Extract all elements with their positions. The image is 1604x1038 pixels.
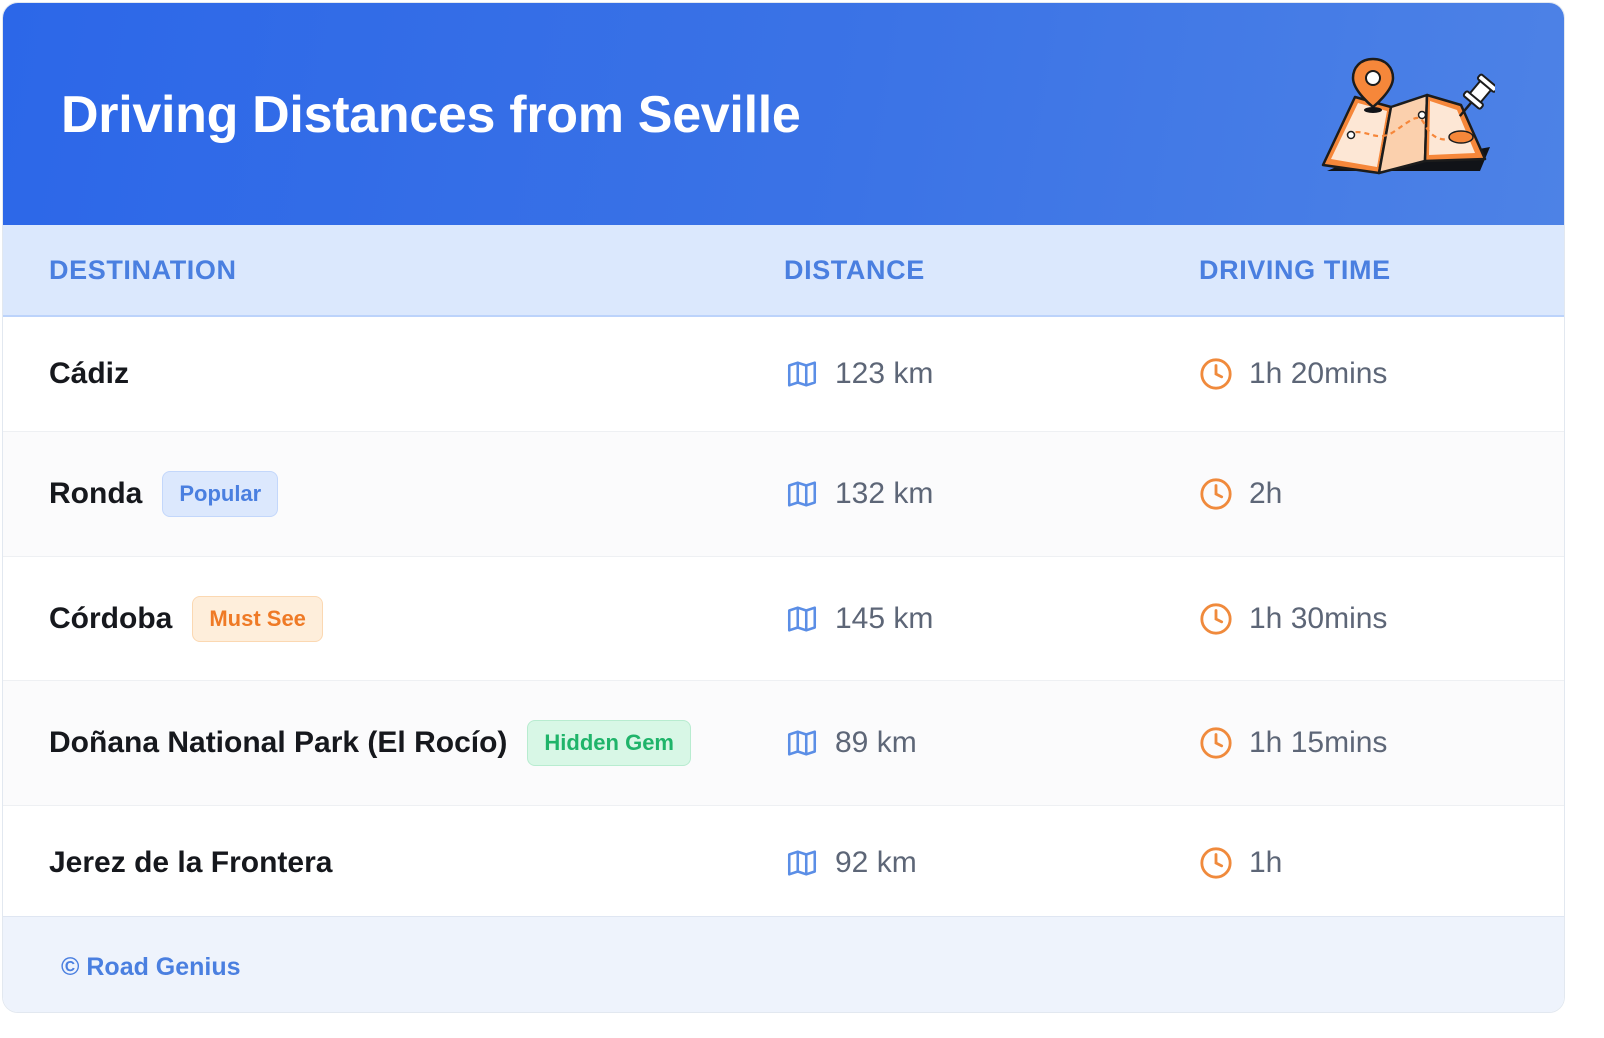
clock-icon [1200, 847, 1232, 879]
clock-icon [1200, 478, 1232, 510]
column-header-destination: DESTINATION [49, 255, 237, 285]
distance-value: 123 km [835, 357, 934, 390]
folded-map-with-pins-icon [1321, 57, 1495, 175]
map-icon [787, 730, 817, 756]
distance-table-card: Driving Distances from Seville DESTINATI… [2, 2, 1565, 1013]
footer: © Road Genius [3, 916, 1564, 1012]
table-row: Ronda Popular 132 km 2h [3, 432, 1564, 557]
map-icon [787, 605, 817, 632]
hidden-gem-badge: Hidden Gem [527, 720, 691, 766]
driving-time-value: 1h 30mins [1249, 601, 1388, 635]
popular-badge: Popular [162, 471, 279, 517]
clock-icon [1200, 727, 1232, 759]
map-icon [787, 481, 817, 507]
destination-name: Cádiz [49, 357, 130, 390]
table-row: Córdoba Must See 145 km 1h 30mins [3, 557, 1564, 681]
driving-time-value: 2h [1249, 477, 1283, 510]
table-row: Jerez de la Frontera 92 km 1h [3, 806, 1564, 920]
driving-time-value: 1h [1249, 846, 1283, 879]
clock-icon [1200, 358, 1232, 390]
destination-name: Córdoba [49, 601, 173, 635]
must-see-badge: Must See [192, 595, 323, 642]
driving-time-value: 1h 20mins [1249, 357, 1388, 390]
distance-value: 92 km [835, 846, 917, 879]
table-row: Doñana National Park (El Rocío) Hidden G… [3, 681, 1564, 806]
clock-icon [1200, 602, 1232, 635]
header-banner: Driving Distances from Seville [3, 3, 1564, 225]
column-header-distance: DISTANCE [784, 255, 925, 285]
driving-time-value: 1h 15mins [1249, 726, 1388, 759]
destination-name: Ronda [49, 477, 143, 510]
distance-value: 145 km [835, 601, 934, 635]
destination-name: Jerez de la Frontera [49, 846, 333, 879]
map-icon [787, 361, 817, 387]
distance-value: 132 km [835, 477, 934, 510]
copyright-text: © Road Genius [61, 953, 241, 981]
map-icon [787, 850, 817, 876]
distance-value: 89 km [835, 726, 917, 759]
page-title: Driving Distances from Seville [61, 86, 801, 144]
table-row: Cádiz 123 km 1h 20mins [3, 317, 1564, 432]
column-header-driving-time: DRIVING TIME [1199, 255, 1391, 285]
table-column-headers: DESTINATION DISTANCE DRIVING TIME [3, 225, 1564, 317]
destination-name: Doñana National Park (El Rocío) [49, 726, 508, 759]
